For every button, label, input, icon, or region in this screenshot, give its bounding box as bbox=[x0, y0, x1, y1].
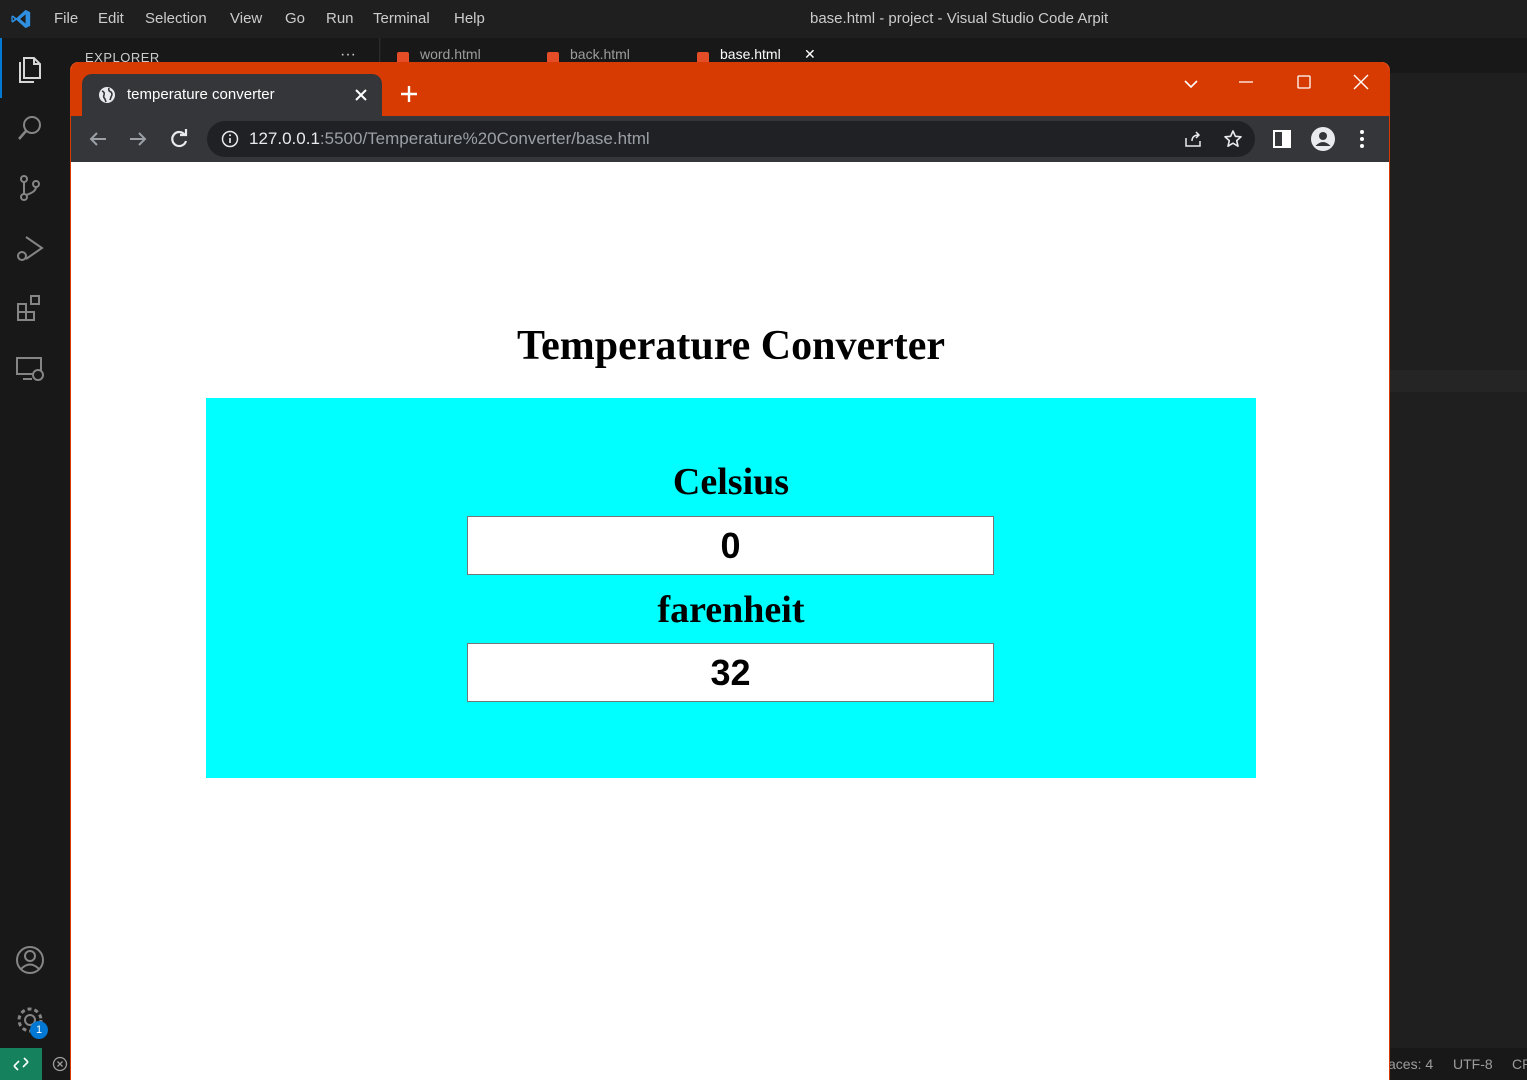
url-host: 127.0.0.1 bbox=[249, 129, 320, 148]
menu-selection[interactable]: Selection bbox=[145, 0, 207, 38]
editor-panel-bar bbox=[1389, 370, 1527, 392]
browser-toolbar: 127.0.0.1:5500/Temperature%20Converter/b… bbox=[71, 116, 1389, 162]
more-menu-icon[interactable] bbox=[1351, 128, 1373, 150]
problems-error-icon[interactable] bbox=[52, 1056, 68, 1072]
side-panel-icon[interactable] bbox=[1271, 128, 1293, 150]
menu-run[interactable]: Run bbox=[326, 0, 354, 38]
url-path: :5500/Temperature%20Converter/base.html bbox=[319, 129, 650, 148]
run-debug-icon[interactable] bbox=[14, 232, 46, 264]
share-icon[interactable] bbox=[1183, 129, 1203, 149]
celsius-input[interactable] bbox=[467, 516, 994, 575]
converter-panel: Celsius farenheit bbox=[206, 398, 1256, 778]
editor-tab-word[interactable]: word.html bbox=[420, 46, 481, 62]
reload-icon[interactable] bbox=[168, 128, 190, 150]
activity-active-indicator bbox=[0, 38, 2, 98]
status-indentation[interactable]: aces: 4 bbox=[1388, 1056, 1433, 1072]
manage-badge: 1 bbox=[30, 1021, 48, 1039]
browser-window: temperature converter 127.0.0.1:5500/Tem… bbox=[70, 62, 1390, 1080]
editor-tab-base[interactable]: base.html bbox=[720, 46, 781, 62]
back-arrow-icon[interactable] bbox=[87, 128, 109, 150]
source-control-icon[interactable] bbox=[14, 172, 46, 204]
url-text[interactable]: 127.0.0.1:5500/Temperature%20Converter/b… bbox=[249, 121, 650, 157]
menu-view[interactable]: View bbox=[230, 0, 262, 38]
page-title: Temperature Converter bbox=[516, 323, 946, 369]
accounts-icon[interactable] bbox=[14, 944, 46, 976]
window-close-icon[interactable] bbox=[1351, 72, 1371, 92]
status-eol[interactable]: CR bbox=[1512, 1056, 1527, 1072]
menu-go[interactable]: Go bbox=[285, 0, 305, 38]
menu-edit[interactable]: Edit bbox=[98, 0, 124, 38]
fahrenheit-label: farenheit bbox=[657, 589, 805, 631]
site-info-icon[interactable] bbox=[221, 130, 239, 148]
menu-help[interactable]: Help bbox=[454, 0, 485, 38]
browser-tab-title: temperature converter bbox=[127, 86, 275, 103]
close-tab-icon[interactable] bbox=[350, 84, 372, 106]
remote-indicator-button[interactable] bbox=[0, 1048, 42, 1080]
forward-arrow-icon[interactable] bbox=[127, 128, 149, 150]
maximize-icon[interactable] bbox=[1294, 72, 1314, 92]
browser-tab-strip: temperature converter bbox=[71, 62, 1389, 116]
editor-tab-close-icon[interactable]: ✕ bbox=[804, 46, 816, 63]
menu-terminal[interactable]: Terminal bbox=[373, 0, 430, 38]
minimize-icon[interactable] bbox=[1236, 72, 1256, 92]
status-encoding[interactable]: UTF-8 bbox=[1453, 1056, 1493, 1072]
new-tab-plus-icon[interactable] bbox=[399, 84, 419, 104]
tab-search-chevron-icon[interactable] bbox=[1181, 74, 1201, 94]
web-page: Temperature Converter Celsius farenheit bbox=[71, 162, 1389, 1080]
bookmark-star-icon[interactable] bbox=[1223, 129, 1243, 149]
globe-icon bbox=[99, 87, 115, 103]
address-bar[interactable]: 127.0.0.1:5500/Temperature%20Converter/b… bbox=[207, 121, 1255, 157]
explorer-files-icon[interactable] bbox=[14, 52, 46, 84]
extensions-icon[interactable] bbox=[14, 292, 46, 324]
editor-tab-back[interactable]: back.html bbox=[570, 46, 630, 62]
profile-avatar-icon[interactable] bbox=[1311, 127, 1335, 151]
menu-file[interactable]: File bbox=[54, 0, 78, 38]
remote-explorer-icon[interactable] bbox=[14, 352, 46, 384]
search-icon[interactable] bbox=[14, 112, 46, 144]
browser-tab[interactable]: temperature converter bbox=[82, 74, 382, 116]
fahrenheit-input[interactable] bbox=[467, 643, 994, 702]
remote-icon bbox=[13, 1057, 29, 1071]
celsius-label: Celsius bbox=[672, 461, 790, 503]
vscode-title-bar: base.html - project - Visual Studio Code… bbox=[0, 0, 1527, 38]
